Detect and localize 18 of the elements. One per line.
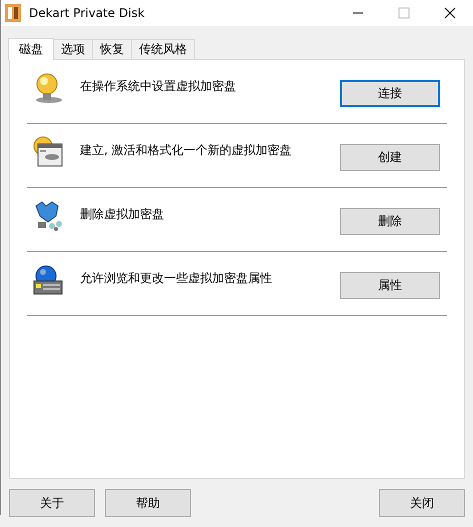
close-icon[interactable]	[444, 7, 456, 19]
action-description: 建立, 激活和格式化一个新的虚拟加密盘	[80, 142, 293, 159]
action-description: 在操作系统中设置虚拟加密盘	[80, 78, 237, 95]
tab[interactable]: 传统风格	[131, 39, 195, 59]
action-button[interactable]: 连接	[340, 80, 440, 107]
action-description: 删除虚拟加密盘	[80, 206, 165, 223]
dialog-button[interactable]: 关闭	[379, 489, 465, 517]
app-logo-icon	[5, 4, 21, 22]
tab[interactable]: 磁盘	[8, 38, 54, 60]
window-title: Dekart Private Disk	[29, 6, 146, 20]
action-button[interactable]: 创建	[340, 144, 440, 171]
action-button[interactable]: 属性	[340, 272, 440, 299]
dialog-button[interactable]: 帮助	[105, 489, 191, 517]
action-button[interactable]: 删除	[340, 208, 440, 235]
dialog-button[interactable]: 关于	[9, 489, 95, 517]
globe-panel-icon	[32, 264, 64, 296]
lightbulb-window-icon	[32, 136, 64, 168]
action-description: 允许浏览和更改一些虚拟加密盘属性	[80, 270, 273, 287]
